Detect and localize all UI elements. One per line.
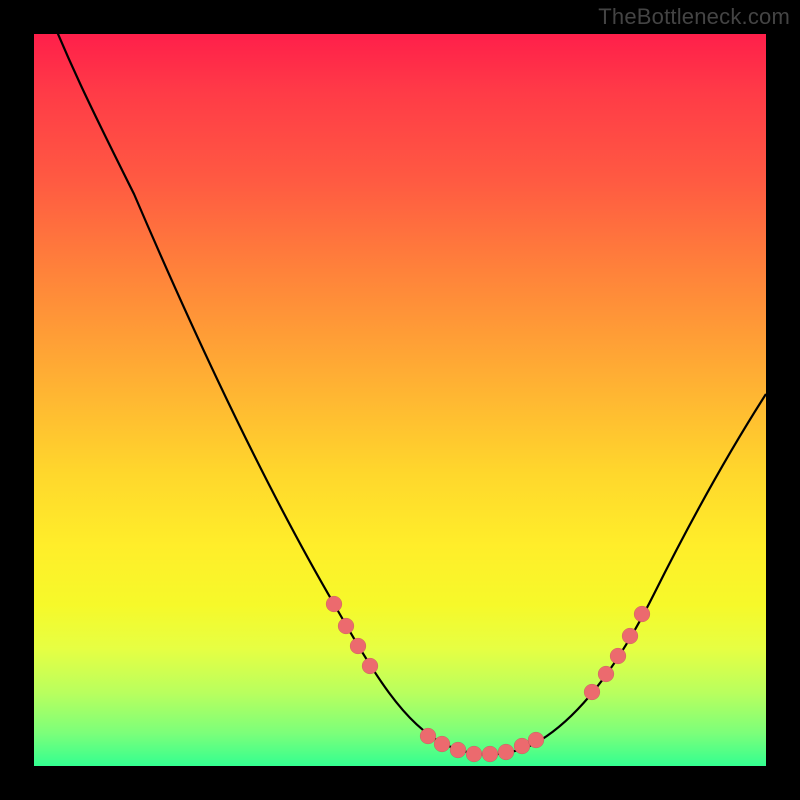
bead-icon <box>420 728 436 744</box>
bead-icon <box>450 742 466 758</box>
bead-icon <box>434 736 450 752</box>
bead-icon <box>338 618 354 634</box>
bead-icon <box>326 596 342 612</box>
plot-area <box>34 34 766 766</box>
bead-icon <box>498 744 514 760</box>
bead-icon <box>514 738 530 754</box>
bead-icon <box>482 746 498 762</box>
bead-icon <box>350 638 366 654</box>
curve-path <box>34 34 766 755</box>
chart-frame: TheBottleneck.com <box>0 0 800 800</box>
curve-line <box>34 34 766 755</box>
bead-icon <box>362 658 378 674</box>
bead-icon <box>466 746 482 762</box>
bead-icon <box>584 684 600 700</box>
bead-icon <box>528 732 544 748</box>
bead-icon <box>622 628 638 644</box>
watermark-text: TheBottleneck.com <box>598 4 790 30</box>
bead-icon <box>610 648 626 664</box>
bead-group <box>326 596 650 762</box>
bead-icon <box>634 606 650 622</box>
chart-svg <box>34 34 766 766</box>
bead-icon <box>598 666 614 682</box>
